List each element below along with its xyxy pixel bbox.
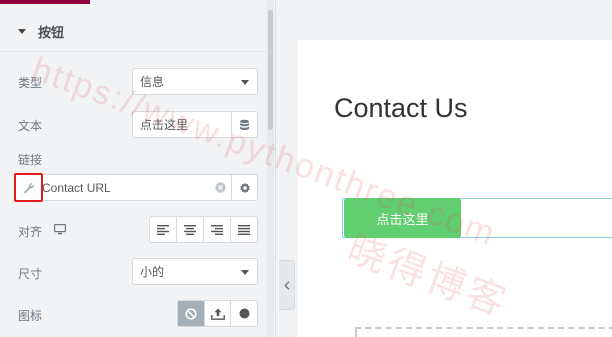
size-select[interactable]: 小的 xyxy=(132,258,258,285)
section-title: 按钮 xyxy=(38,26,65,41)
text-field[interactable]: 点击这里 xyxy=(132,111,258,138)
align-justify-button[interactable] xyxy=(231,217,257,242)
icon-none-button[interactable] xyxy=(178,301,205,326)
dynamic-tags-button[interactable] xyxy=(231,112,257,137)
align-center-button[interactable] xyxy=(177,217,204,242)
icon-label: 图标 xyxy=(18,309,43,323)
preview-button[interactable]: 点击这里 xyxy=(344,198,461,238)
gear-icon xyxy=(239,182,250,193)
panel-scrollbar-thumb[interactable] xyxy=(268,10,273,130)
icon-choices xyxy=(177,300,258,327)
align-center-icon xyxy=(184,224,196,235)
page-heading[interactable]: Contact Us xyxy=(334,93,468,124)
type-select[interactable]: 信息 xyxy=(132,68,258,95)
text-label: 文本 xyxy=(18,119,43,133)
text-field-value: 点击这里 xyxy=(140,118,189,132)
link-url-placeholder: Contact URL xyxy=(42,180,111,195)
desktop-icon[interactable] xyxy=(54,224,66,235)
caret-down-icon xyxy=(18,29,26,34)
editor-panel: 按钮 类型 信息 文本 点击这里 链接 Contact URL 对齐 尺寸 小的… xyxy=(0,0,276,337)
database-icon xyxy=(240,119,249,130)
size-select-value: 小的 xyxy=(140,265,165,279)
align-label: 对齐 xyxy=(18,225,43,239)
link-options-button[interactable] xyxy=(231,175,257,200)
align-right-icon xyxy=(211,224,223,235)
section-header-button[interactable]: 按钮 xyxy=(0,12,267,52)
preview-canvas: Contact Us xyxy=(298,40,612,337)
collapse-panel-button[interactable] xyxy=(279,260,295,310)
chevron-left-icon xyxy=(283,280,289,290)
dropdown-arrow-icon xyxy=(241,270,249,275)
upload-icon xyxy=(210,308,225,320)
ban-icon xyxy=(185,307,197,320)
link-url-field[interactable]: Contact URL xyxy=(15,174,258,201)
panel-accent-bar xyxy=(0,0,90,4)
type-select-value: 信息 xyxy=(140,75,165,89)
clear-icon[interactable] xyxy=(209,175,231,200)
align-justify-icon xyxy=(238,224,250,235)
align-choices xyxy=(149,216,258,243)
align-left-button[interactable] xyxy=(150,217,177,242)
icon-upload-button[interactable] xyxy=(205,301,232,326)
icon-circle-button[interactable] xyxy=(231,301,257,326)
annotation-highlight-box xyxy=(14,173,43,202)
align-right-button[interactable] xyxy=(204,217,231,242)
align-left-icon xyxy=(157,224,169,235)
type-label: 类型 xyxy=(18,76,43,90)
circle-icon xyxy=(239,308,250,319)
link-label: 链接 xyxy=(18,153,43,167)
empty-section-placeholder[interactable] xyxy=(355,327,612,337)
dropdown-arrow-icon xyxy=(241,80,249,85)
size-label: 尺寸 xyxy=(18,267,43,281)
